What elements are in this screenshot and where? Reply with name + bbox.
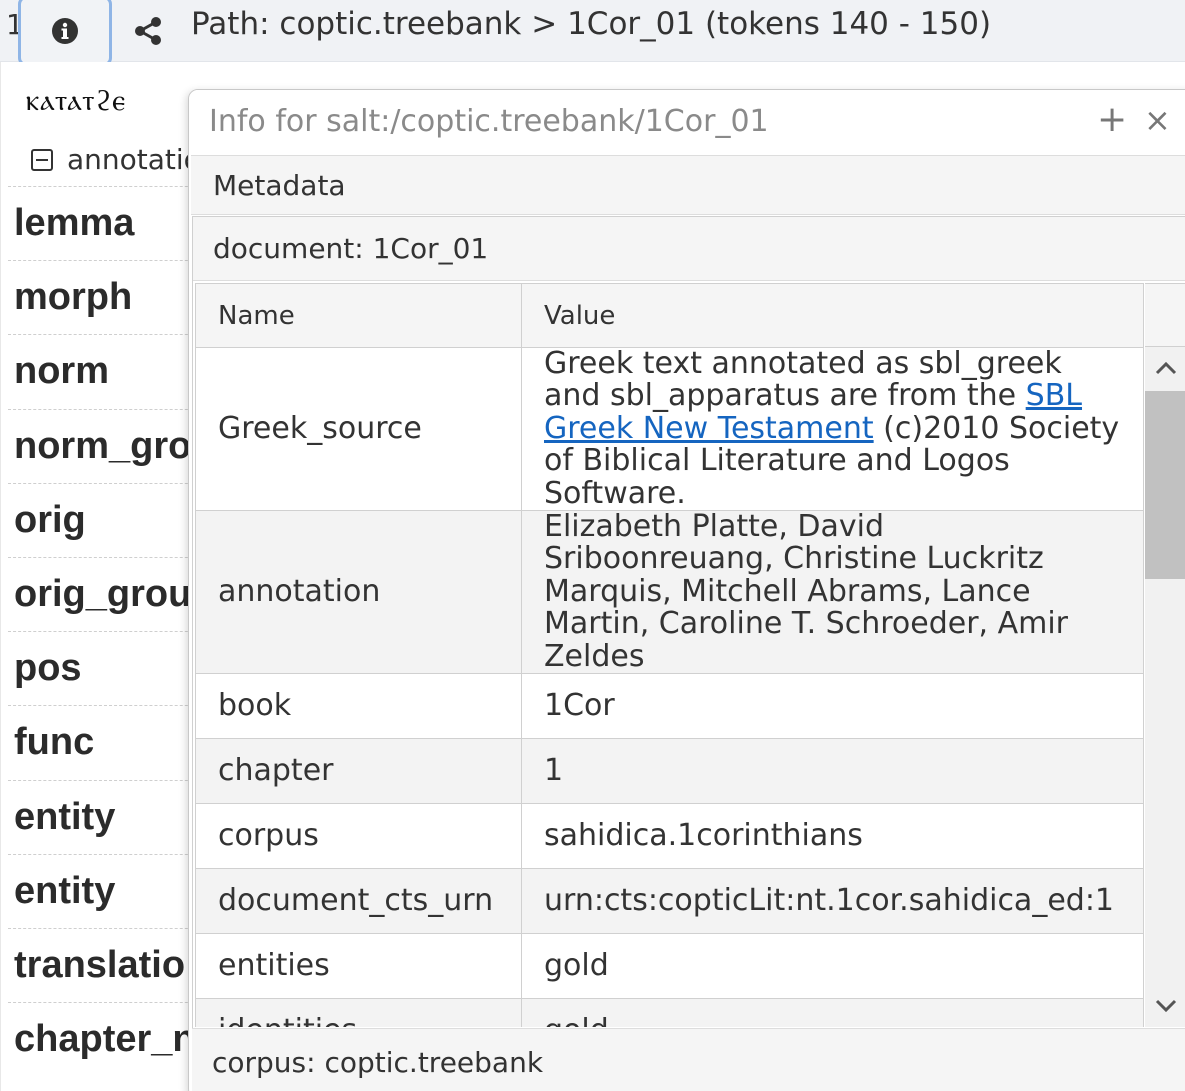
chevron-down-icon — [1155, 999, 1177, 1013]
cell-name: Greek_source — [195, 347, 522, 511]
scroll-down-button[interactable] — [1145, 985, 1185, 1027]
document-path: Path: coptic.treebank > 1Cor_01 (tokens … — [191, 6, 992, 42]
info-button[interactable] — [18, 0, 112, 66]
cell-text: Greek text annotated as sbl_greek and sb… — [544, 346, 1062, 414]
layer-label: lemma — [8, 186, 208, 260]
cell-value: Greek text annotated as sbl_greek and sb… — [521, 346, 1144, 511]
layer-label: norm_gro — [8, 408, 208, 483]
dialog-header[interactable]: Info for salt:/coptic.treebank/1Cor_01 +… — [189, 90, 1185, 155]
info-circle-icon — [52, 18, 78, 44]
collapse-icon — [31, 148, 53, 171]
layer-label: func — [8, 705, 208, 779]
path-bar: 1 Path: coptic.treebank > 1Cor_01 (token… — [0, 0, 1185, 66]
layer-label: orig — [8, 482, 208, 557]
metadata-table-container[interactable]: Name Value Greek_source Greek text annot… — [195, 283, 1185, 1027]
cell-value: Elizabeth Platte, David Sriboonreuang, C… — [521, 510, 1144, 674]
cell-value: 1 — [521, 737, 1144, 804]
table-scrollbar[interactable] — [1145, 347, 1185, 1027]
cell-name: document_cts_urn — [195, 867, 522, 934]
layer-label: pos — [8, 631, 208, 705]
layer-label: norm — [8, 334, 208, 408]
document-panel: document: 1Cor_01 Name Value Greek_sourc… — [192, 216, 1185, 1066]
metadata-section-header[interactable]: Metadata — [191, 155, 1185, 215]
scroll-up-button[interactable] — [1145, 347, 1185, 389]
cell-name: identities — [195, 997, 522, 1027]
layer-label: chapter_n — [8, 1002, 208, 1076]
layer-label: translatio — [8, 927, 208, 1002]
cell-name: annotation — [195, 510, 522, 674]
table-row: Greek_source Greek text annotated as sbl… — [195, 346, 1144, 511]
metadata-label: Metadata — [213, 169, 346, 202]
header-filler — [1145, 283, 1185, 347]
table-row: book 1Cor — [195, 672, 1144, 739]
column-header-name[interactable]: Name — [195, 283, 522, 348]
dialog-title: Info for salt:/coptic.treebank/1Cor_01 — [209, 104, 769, 139]
coptic-token: ⲕⲁⲧⲁⲧϩⲉ — [26, 83, 127, 117]
annotations-label: annotatio — [67, 143, 201, 176]
cell-value: sahidica.1corinthians — [521, 802, 1144, 869]
corpus-label: corpus: coptic.treebank — [212, 1046, 544, 1079]
table-row: identities gold — [195, 997, 1144, 1027]
cell-name: entities — [195, 932, 522, 999]
corpus-panel-header[interactable]: corpus: coptic.treebank — [192, 1028, 1185, 1091]
layer-label: orig_grou — [8, 556, 208, 631]
table-row: document_cts_urn urn:cts:copticLit:nt.1c… — [195, 867, 1144, 934]
cell-value: gold — [521, 932, 1144, 999]
chevron-up-icon — [1155, 361, 1177, 375]
expand-button[interactable]: + — [1097, 102, 1127, 138]
table-row: entities gold — [195, 932, 1144, 999]
table-row: chapter 1 — [195, 737, 1144, 804]
metadata-dialog: Info for salt:/coptic.treebank/1Cor_01 +… — [188, 89, 1185, 1091]
document-panel-header[interactable]: document: 1Cor_01 — [193, 217, 1185, 281]
cell-name: chapter — [195, 737, 522, 804]
scroll-thumb[interactable] — [1145, 391, 1185, 579]
column-header-value[interactable]: Value — [521, 283, 1144, 348]
layer-label: entity — [8, 779, 208, 854]
annotations-toggle[interactable]: annotatio — [31, 143, 201, 176]
cell-value: gold — [521, 997, 1144, 1027]
table-row: corpus sahidica.1corinthians — [195, 802, 1144, 869]
cell-value: 1Cor — [521, 672, 1144, 739]
close-button[interactable]: × — [1144, 104, 1171, 136]
share-icon[interactable] — [131, 14, 165, 48]
cell-value: urn:cts:copticLit:nt.1cor.sahidica_ed:1 — [521, 867, 1144, 934]
layer-label: entity — [8, 853, 208, 928]
table-row: annotation Elizabeth Platte, David Sribo… — [195, 510, 1144, 674]
document-label: document: 1Cor_01 — [213, 232, 489, 265]
metadata-table: Name Value Greek_source Greek text annot… — [195, 283, 1144, 1027]
cell-name: book — [195, 672, 522, 739]
annotation-layer-list: lemma morph norm norm_gro orig orig_grou… — [8, 186, 208, 1076]
layer-label: morph — [8, 260, 208, 334]
cell-name: corpus — [195, 802, 522, 869]
